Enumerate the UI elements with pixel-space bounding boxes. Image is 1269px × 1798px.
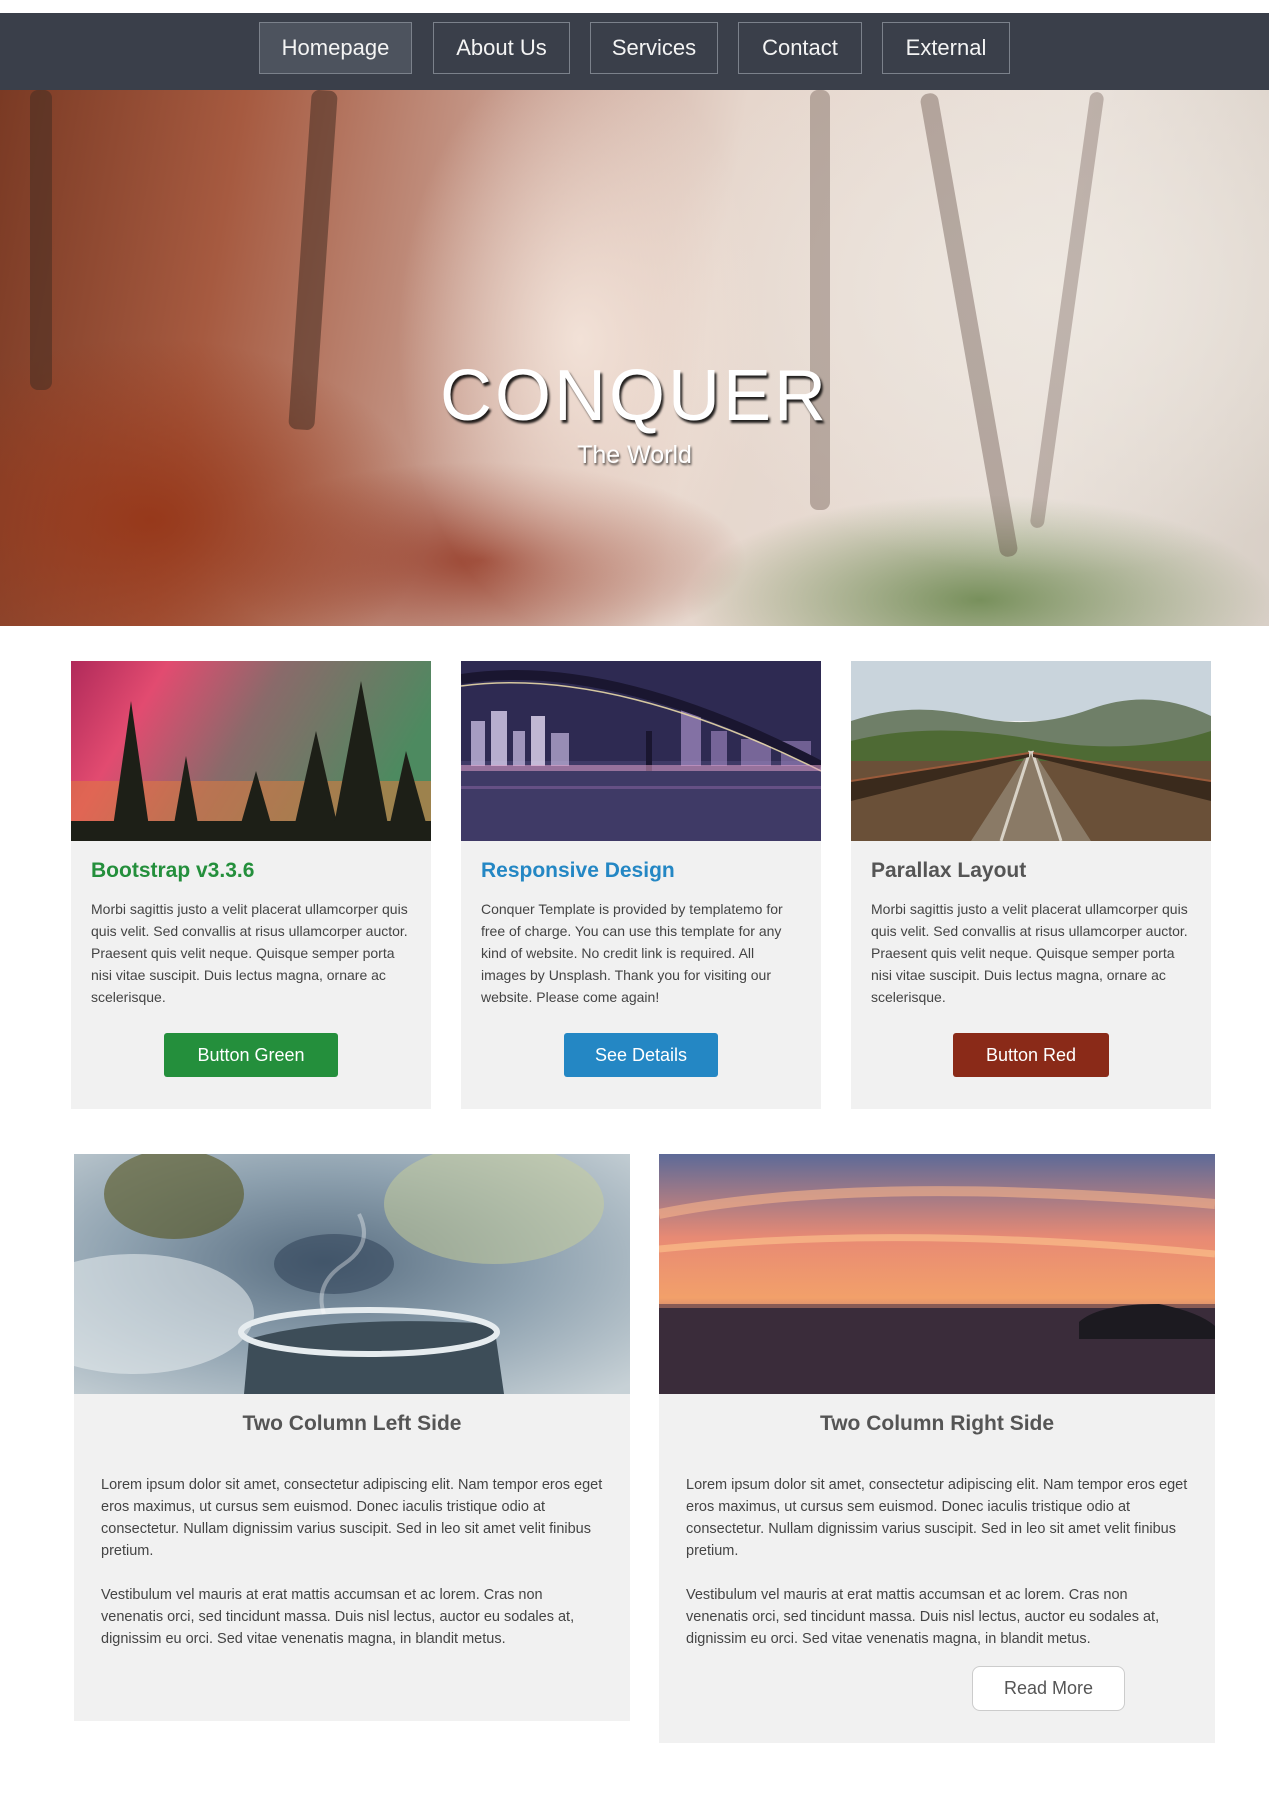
nav-about-us[interactable]: About Us <box>433 22 570 74</box>
nav-homepage[interactable]: Homepage <box>259 22 412 74</box>
column-title: Two Column Left Side <box>242 1412 462 1435</box>
card-bootstrap: Bootstrap v3.3.6 Morbi sagittis justo a … <box>71 661 431 1109</box>
nav-external[interactable]: External <box>882 22 1010 74</box>
hero-banner: CONQUER The World <box>0 90 1269 626</box>
column-title: Two Column Right Side <box>819 1412 1055 1435</box>
main-nav: Homepage About Us Services Contact Exter… <box>0 13 1269 90</box>
column-paragraph: Vestibulum vel mauris at erat mattis acc… <box>686 1587 1160 1647</box>
card-title: Responsive Design <box>481 859 675 882</box>
column-paragraph: Lorem ipsum dolor sit amet, consectetur … <box>686 1477 1188 1559</box>
nav-contact[interactable]: Contact <box>738 22 862 74</box>
card-text: Morbi sagittis justo a velit placerat ul… <box>871 901 1188 1005</box>
column-paragraph: Lorem ipsum dolor sit amet, consectetur … <box>101 1477 603 1559</box>
two-column-left: Two Column Left Side Lorem ipsum dolor s… <box>74 1154 630 1721</box>
hero-title: CONQUER <box>439 356 829 436</box>
card-title: Parallax Layout <box>871 859 1027 882</box>
column-paragraph: Vestibulum vel mauris at erat mattis acc… <box>101 1587 575 1647</box>
top-strip <box>0 0 1269 13</box>
nav-services[interactable]: Services <box>590 22 718 74</box>
hero-tree-trunk <box>919 92 1019 558</box>
two-column-right: Two Column Right Side Lorem ipsum dolor … <box>659 1154 1215 1743</box>
hero-subtitle: The World <box>577 441 692 469</box>
steaming-cup-image <box>74 1154 630 1394</box>
see-details-button[interactable]: See Details <box>564 1033 718 1077</box>
aurora-forest-image <box>71 661 431 841</box>
card-responsive-design: Responsive Design Conquer Template is pr… <box>461 661 821 1109</box>
card-parallax-layout: Parallax Layout Morbi sagittis justo a v… <box>851 661 1211 1109</box>
railway-bridge-image <box>851 661 1211 841</box>
hero-tree-trunk <box>30 90 52 390</box>
card-title: Bootstrap v3.3.6 <box>91 859 255 882</box>
card-text: Conquer Template is provided by template… <box>481 901 783 1005</box>
ocean-sunset-image <box>659 1154 1215 1394</box>
button-red[interactable]: Button Red <box>953 1033 1109 1077</box>
city-bridge-image <box>461 661 821 841</box>
button-green[interactable]: Button Green <box>164 1033 338 1077</box>
card-text: Morbi sagittis justo a velit placerat ul… <box>91 901 408 1005</box>
read-more-button[interactable]: Read More <box>972 1666 1125 1711</box>
